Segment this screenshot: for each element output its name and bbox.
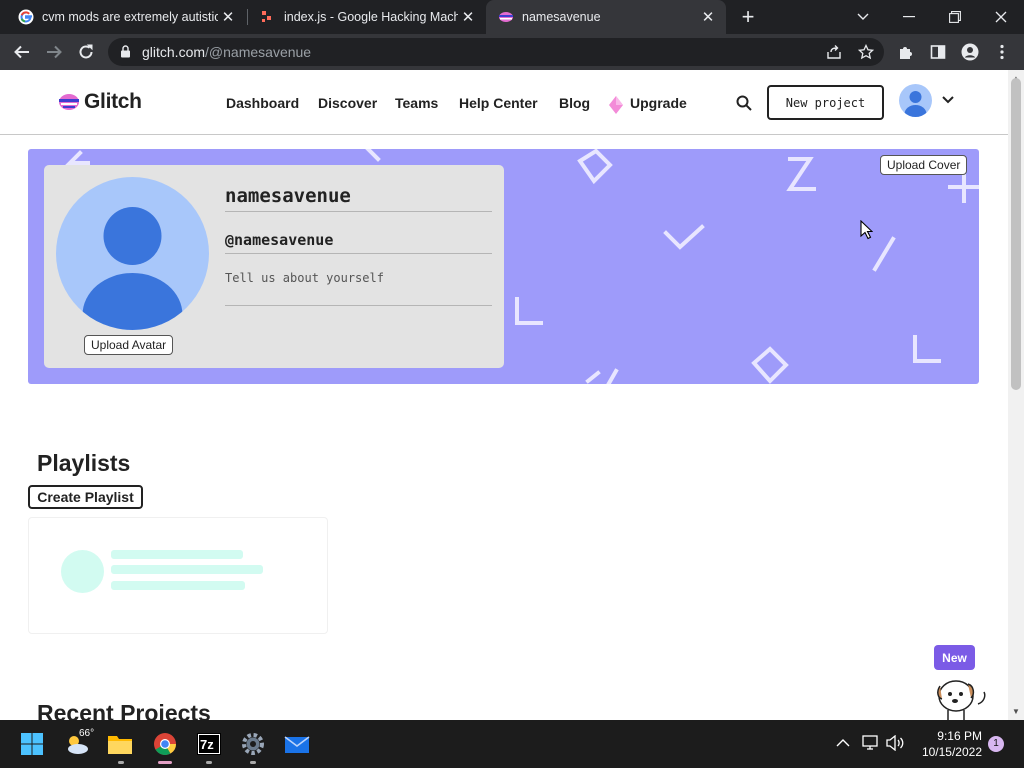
dog-mascot-icon[interactable] <box>934 674 990 720</box>
running-indicator <box>118 761 124 764</box>
share-icon[interactable] <box>826 44 842 60</box>
browser-tab-1[interactable]: cvm mods are extremely autistic ✕ <box>6 0 246 34</box>
glitch-icon <box>499 12 513 22</box>
close-window-button[interactable] <box>978 0 1024 34</box>
tray-clock[interactable]: 9:16 PM 10/15/2022 <box>912 728 982 760</box>
nav-dashboard[interactable]: Dashboard <box>226 95 299 111</box>
browser-tab-2[interactable]: index.js - Google Hacking Machine ✕ <box>248 0 486 34</box>
glitch-logo[interactable]: Glitch <box>58 90 142 114</box>
profile-avatar <box>56 177 209 330</box>
new-tab-button[interactable]: + <box>737 4 759 30</box>
windows-start-icon[interactable] <box>16 728 48 760</box>
page-scrollbar[interactable]: ▲ ▼ <box>1008 70 1024 720</box>
7zip-icon[interactable]: 7z <box>193 728 225 760</box>
nav-upgrade[interactable]: Upgrade <box>630 95 687 111</box>
skeleton-line <box>111 550 243 559</box>
forward-arrow-icon[interactable] <box>40 38 68 66</box>
minimize-button[interactable] <box>886 0 932 34</box>
extensions-puzzle-icon[interactable] <box>892 38 920 66</box>
skeleton-line <box>111 581 245 590</box>
active-app-indicator <box>158 761 172 764</box>
close-tab-icon[interactable]: ✕ <box>458 8 478 26</box>
scrollbar-thumb[interactable] <box>1011 78 1021 390</box>
upload-cover-button[interactable]: Upload Cover <box>880 155 968 175</box>
glitch-fish-logo-icon <box>59 94 79 110</box>
logo-text: Glitch <box>84 90 142 113</box>
tab-title: namesavenue <box>522 10 601 24</box>
nav-help-center[interactable]: Help Center <box>459 95 538 111</box>
display-name-field[interactable]: namesavenue <box>225 185 492 212</box>
create-playlist-button[interactable]: Create Playlist <box>28 485 143 509</box>
browser-tab-strip: cvm mods are extremely autistic ✕ index.… <box>0 0 1024 34</box>
network-icon[interactable] <box>862 735 880 751</box>
chevron-down-icon[interactable] <box>942 96 954 104</box>
side-panel-icon[interactable] <box>924 38 952 66</box>
lock-icon[interactable] <box>120 45 131 58</box>
running-indicator <box>206 761 212 764</box>
site-header: Glitch Dashboard Discover Teams Help Cen… <box>0 70 1008 135</box>
file-explorer-icon[interactable] <box>104 728 136 760</box>
tab-search-chevron-icon[interactable] <box>840 0 886 34</box>
tab-title: cvm mods are extremely autistic <box>42 10 218 24</box>
browser-toolbar: glitch.com/@namesavenue <box>0 34 1024 70</box>
mail-icon[interactable] <box>281 728 313 760</box>
address-bar[interactable]: glitch.com/@namesavenue <box>108 38 884 66</box>
default-avatar-icon <box>904 91 927 117</box>
running-indicator <box>250 761 256 764</box>
close-tab-icon[interactable]: ✕ <box>218 8 238 26</box>
skeleton-line <box>111 565 263 574</box>
profile-cover: Upload Cover Upload Avatar namesavenue @… <box>28 149 979 384</box>
playlists-heading: Playlists <box>37 450 131 476</box>
chrome-icon[interactable] <box>149 728 181 760</box>
nav-teams[interactable]: Teams <box>395 95 438 111</box>
browser-menu-icon[interactable] <box>988 38 1016 66</box>
recent-projects-heading: Recent Projects <box>37 700 211 720</box>
clock-date: 10/15/2022 <box>921 745 982 759</box>
bio-field[interactable]: Tell us about yourself <box>225 271 492 306</box>
nav-blog[interactable]: Blog <box>559 95 590 111</box>
close-tab-icon[interactable]: ✕ <box>698 8 718 26</box>
weather-temp: 66° <box>79 728 95 739</box>
restore-button[interactable] <box>932 0 978 34</box>
browser-tab-3-active[interactable]: namesavenue ✕ <box>486 0 726 34</box>
url-text: glitch.com/@namesavenue <box>142 44 311 60</box>
windows-taskbar: 66° 7z 9:16 PM 10/15/2022 <box>0 720 1024 768</box>
nav-discover[interactable]: Discover <box>318 95 377 111</box>
new-badge[interactable]: New <box>934 645 975 670</box>
tray-chevron-up-icon[interactable] <box>836 738 850 748</box>
skeleton-avatar <box>61 550 104 593</box>
upload-avatar-button[interactable]: Upload Avatar <box>84 335 174 355</box>
new-project-button[interactable]: New project <box>767 85 884 120</box>
profile-icon[interactable] <box>956 38 984 66</box>
default-avatar-icon <box>82 207 183 330</box>
reload-icon[interactable] <box>72 38 100 66</box>
url-host: glitch.com <box>142 44 206 60</box>
clock-time: 9:16 PM <box>937 729 982 743</box>
notification-badge[interactable]: 1 <box>988 736 1004 752</box>
back-arrow-icon[interactable] <box>8 38 36 66</box>
glitch-profile-page: Glitch Dashboard Discover Teams Help Cen… <box>0 70 1008 720</box>
mouse-pointer-icon <box>860 220 873 240</box>
url-path: /@namesavenue <box>205 44 312 60</box>
playlist-loading-placeholder <box>28 517 328 634</box>
login-field[interactable]: @namesavenue <box>225 231 492 254</box>
weather-widget[interactable]: 66° <box>62 728 94 760</box>
glitch-editor-icon <box>262 11 271 22</box>
svg-text:7z: 7z <box>200 737 214 752</box>
google-icon <box>18 9 34 25</box>
user-avatar[interactable] <box>899 84 932 117</box>
scroll-down-arrow-icon[interactable]: ▼ <box>1012 707 1020 716</box>
search-icon[interactable] <box>736 95 752 111</box>
bookmark-star-icon[interactable] <box>858 44 874 60</box>
tab-title: index.js - Google Hacking Machine <box>284 10 458 24</box>
settings-gear-icon[interactable] <box>237 728 269 760</box>
profile-info-card: Upload Avatar namesavenue @namesavenue T… <box>44 165 504 368</box>
gem-icon <box>609 96 623 114</box>
volume-icon[interactable] <box>886 735 904 751</box>
